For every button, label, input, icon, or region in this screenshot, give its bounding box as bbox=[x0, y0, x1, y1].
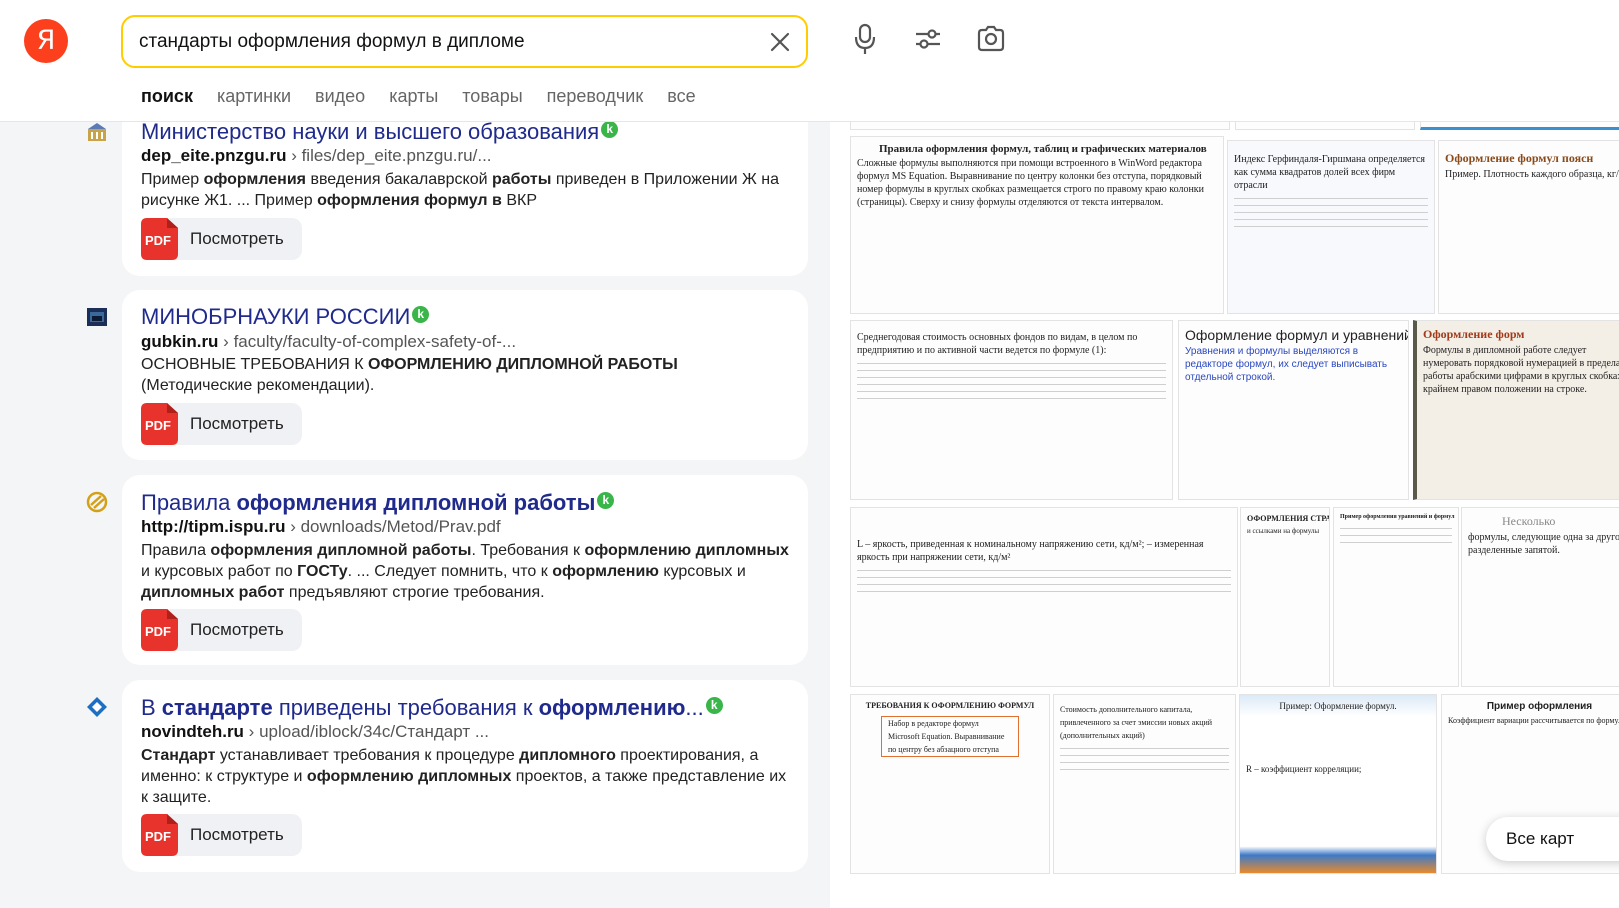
pdf-icon: PDF bbox=[141, 609, 178, 651]
svg-text:PDF: PDF bbox=[145, 624, 171, 639]
microphone-icon[interactable] bbox=[850, 22, 880, 56]
tab-maps[interactable]: карты bbox=[389, 84, 438, 108]
k-verified-icon: k bbox=[705, 697, 723, 714]
pdf-icon: PDF bbox=[141, 814, 178, 856]
image-thumb-5[interactable]: Оформление формул и уравнений Уравнения … bbox=[1178, 320, 1409, 500]
tab-search[interactable]: поиск bbox=[141, 84, 193, 108]
result-title-1[interactable]: Министерство науки и высшего образования… bbox=[141, 118, 619, 146]
image-thumb-9[interactable]: Пример оформления уравнений и формул bbox=[1333, 507, 1459, 687]
image-thumb-strip[interactable] bbox=[1420, 122, 1619, 130]
pdf-icon: PDF bbox=[141, 403, 178, 445]
k-verified-icon: k bbox=[601, 121, 619, 138]
tab-all[interactable]: все bbox=[667, 84, 695, 108]
result-title-3[interactable]: Правила оформления дипломной работы k bbox=[141, 489, 615, 517]
image-thumb-10[interactable]: Несколько формулы, следующие одна за дру… bbox=[1461, 507, 1619, 687]
view-pdf-button-4[interactable]: PDF Посмотреть bbox=[141, 814, 302, 856]
image-thumb-12[interactable]: Стоимость дополнительного капитала, прив… bbox=[1053, 694, 1236, 874]
filters-icon[interactable] bbox=[913, 22, 943, 56]
tab-images[interactable]: картинки bbox=[217, 84, 291, 108]
tab-goods[interactable]: товары bbox=[462, 84, 522, 108]
image-thumb-strip[interactable] bbox=[850, 122, 1230, 130]
view-pdf-button-3[interactable]: PDF Посмотреть bbox=[141, 609, 302, 651]
result-url-3[interactable]: http://tipm.ispu.ru › downloads/Metod/Pr… bbox=[141, 516, 501, 538]
search-header: Я поиск картинки видео карты товары пере… bbox=[0, 0, 1619, 122]
search-tabs: поиск картинки видео карты товары перево… bbox=[141, 84, 720, 108]
tab-translator[interactable]: переводчик bbox=[547, 84, 644, 108]
university-favicon bbox=[88, 123, 106, 141]
all-images-button[interactable]: Все карт bbox=[1486, 817, 1619, 861]
image-thumb-6[interactable]: Оформление форм Формулы в дипломной рабо… bbox=[1413, 320, 1619, 500]
result-snippet-1: Пример оформления введения бакалаврской … bbox=[141, 171, 779, 209]
result-title-4[interactable]: В стандарте приведены требования к оформ… bbox=[141, 694, 723, 722]
view-pdf-button-1[interactable]: PDF Посмотреть bbox=[141, 218, 302, 260]
image-thumb-strip[interactable] bbox=[1235, 122, 1415, 130]
result-snippet-2: ОСНОВНЫЕ ТРЕБОВАНИЯ К ОФОРМЛЕНИЮ ДИПЛОМН… bbox=[141, 356, 678, 394]
result-snippet-4: Стандарт устанавливает требования к проц… bbox=[141, 747, 787, 806]
camera-icon[interactable] bbox=[976, 22, 1006, 56]
image-thumb-11[interactable]: ТРЕБОВАНИЯ К ОФОРМЛЕНИЮ ФОРМУЛ Набор в р… bbox=[850, 694, 1050, 874]
novindteh-favicon bbox=[87, 697, 107, 717]
ispu-favicon bbox=[86, 491, 108, 513]
result-title-2[interactable]: МИНОБРНАУКИ РОССИИ k bbox=[141, 303, 430, 331]
k-verified-icon: k bbox=[597, 492, 615, 509]
yandex-logo[interactable]: Я bbox=[24, 19, 68, 63]
tab-video[interactable]: видео bbox=[315, 84, 365, 108]
search-box bbox=[121, 15, 808, 68]
image-thumb-7[interactable]: L – яркость, приведенная к номинальному … bbox=[850, 507, 1238, 687]
result-url-1[interactable]: dep_eite.pnzgu.ru › files/dep_eite.pnzgu… bbox=[141, 145, 492, 167]
gubkin-favicon bbox=[87, 308, 107, 326]
svg-text:PDF: PDF bbox=[145, 418, 171, 433]
result-snippet-3: Правила оформления дипломной работы. Тре… bbox=[141, 542, 789, 601]
image-thumb-3[interactable]: Оформление формул поясн Пример. Плотност… bbox=[1438, 140, 1619, 314]
pdf-icon: PDF bbox=[141, 218, 178, 260]
image-thumb-4[interactable]: Среднегодовая стоимость основных фондов … bbox=[850, 320, 1173, 500]
svg-text:PDF: PDF bbox=[145, 233, 171, 248]
image-thumb-1[interactable]: Правила оформления формул, таблиц и граф… bbox=[850, 136, 1224, 314]
results-column: Министерство науки и высшего образования… bbox=[0, 0, 830, 908]
result-url-2[interactable]: gubkin.ru › faculty/faculty-of-complex-s… bbox=[141, 331, 516, 353]
image-thumb-13[interactable]: Пример: Оформление формул. R – коэффицие… bbox=[1239, 694, 1437, 874]
result-url-4[interactable]: novindteh.ru › upload/iblock/34c/Стандар… bbox=[141, 721, 489, 743]
image-thumb-8[interactable]: ОФОРМЛЕНИЯ СТРАНИЦЫ и ссылками на формул… bbox=[1240, 507, 1330, 687]
k-verified-icon: k bbox=[412, 306, 430, 323]
image-results-panel: Правила оформления формул, таблиц и граф… bbox=[830, 122, 1619, 908]
clear-icon[interactable] bbox=[768, 30, 792, 54]
search-input[interactable] bbox=[139, 29, 739, 55]
view-pdf-button-2[interactable]: PDF Посмотреть bbox=[141, 403, 302, 445]
image-thumb-2[interactable]: Индекс Герфиндаля-Гиршмана определяется … bbox=[1227, 140, 1435, 314]
svg-text:PDF: PDF bbox=[145, 829, 171, 844]
